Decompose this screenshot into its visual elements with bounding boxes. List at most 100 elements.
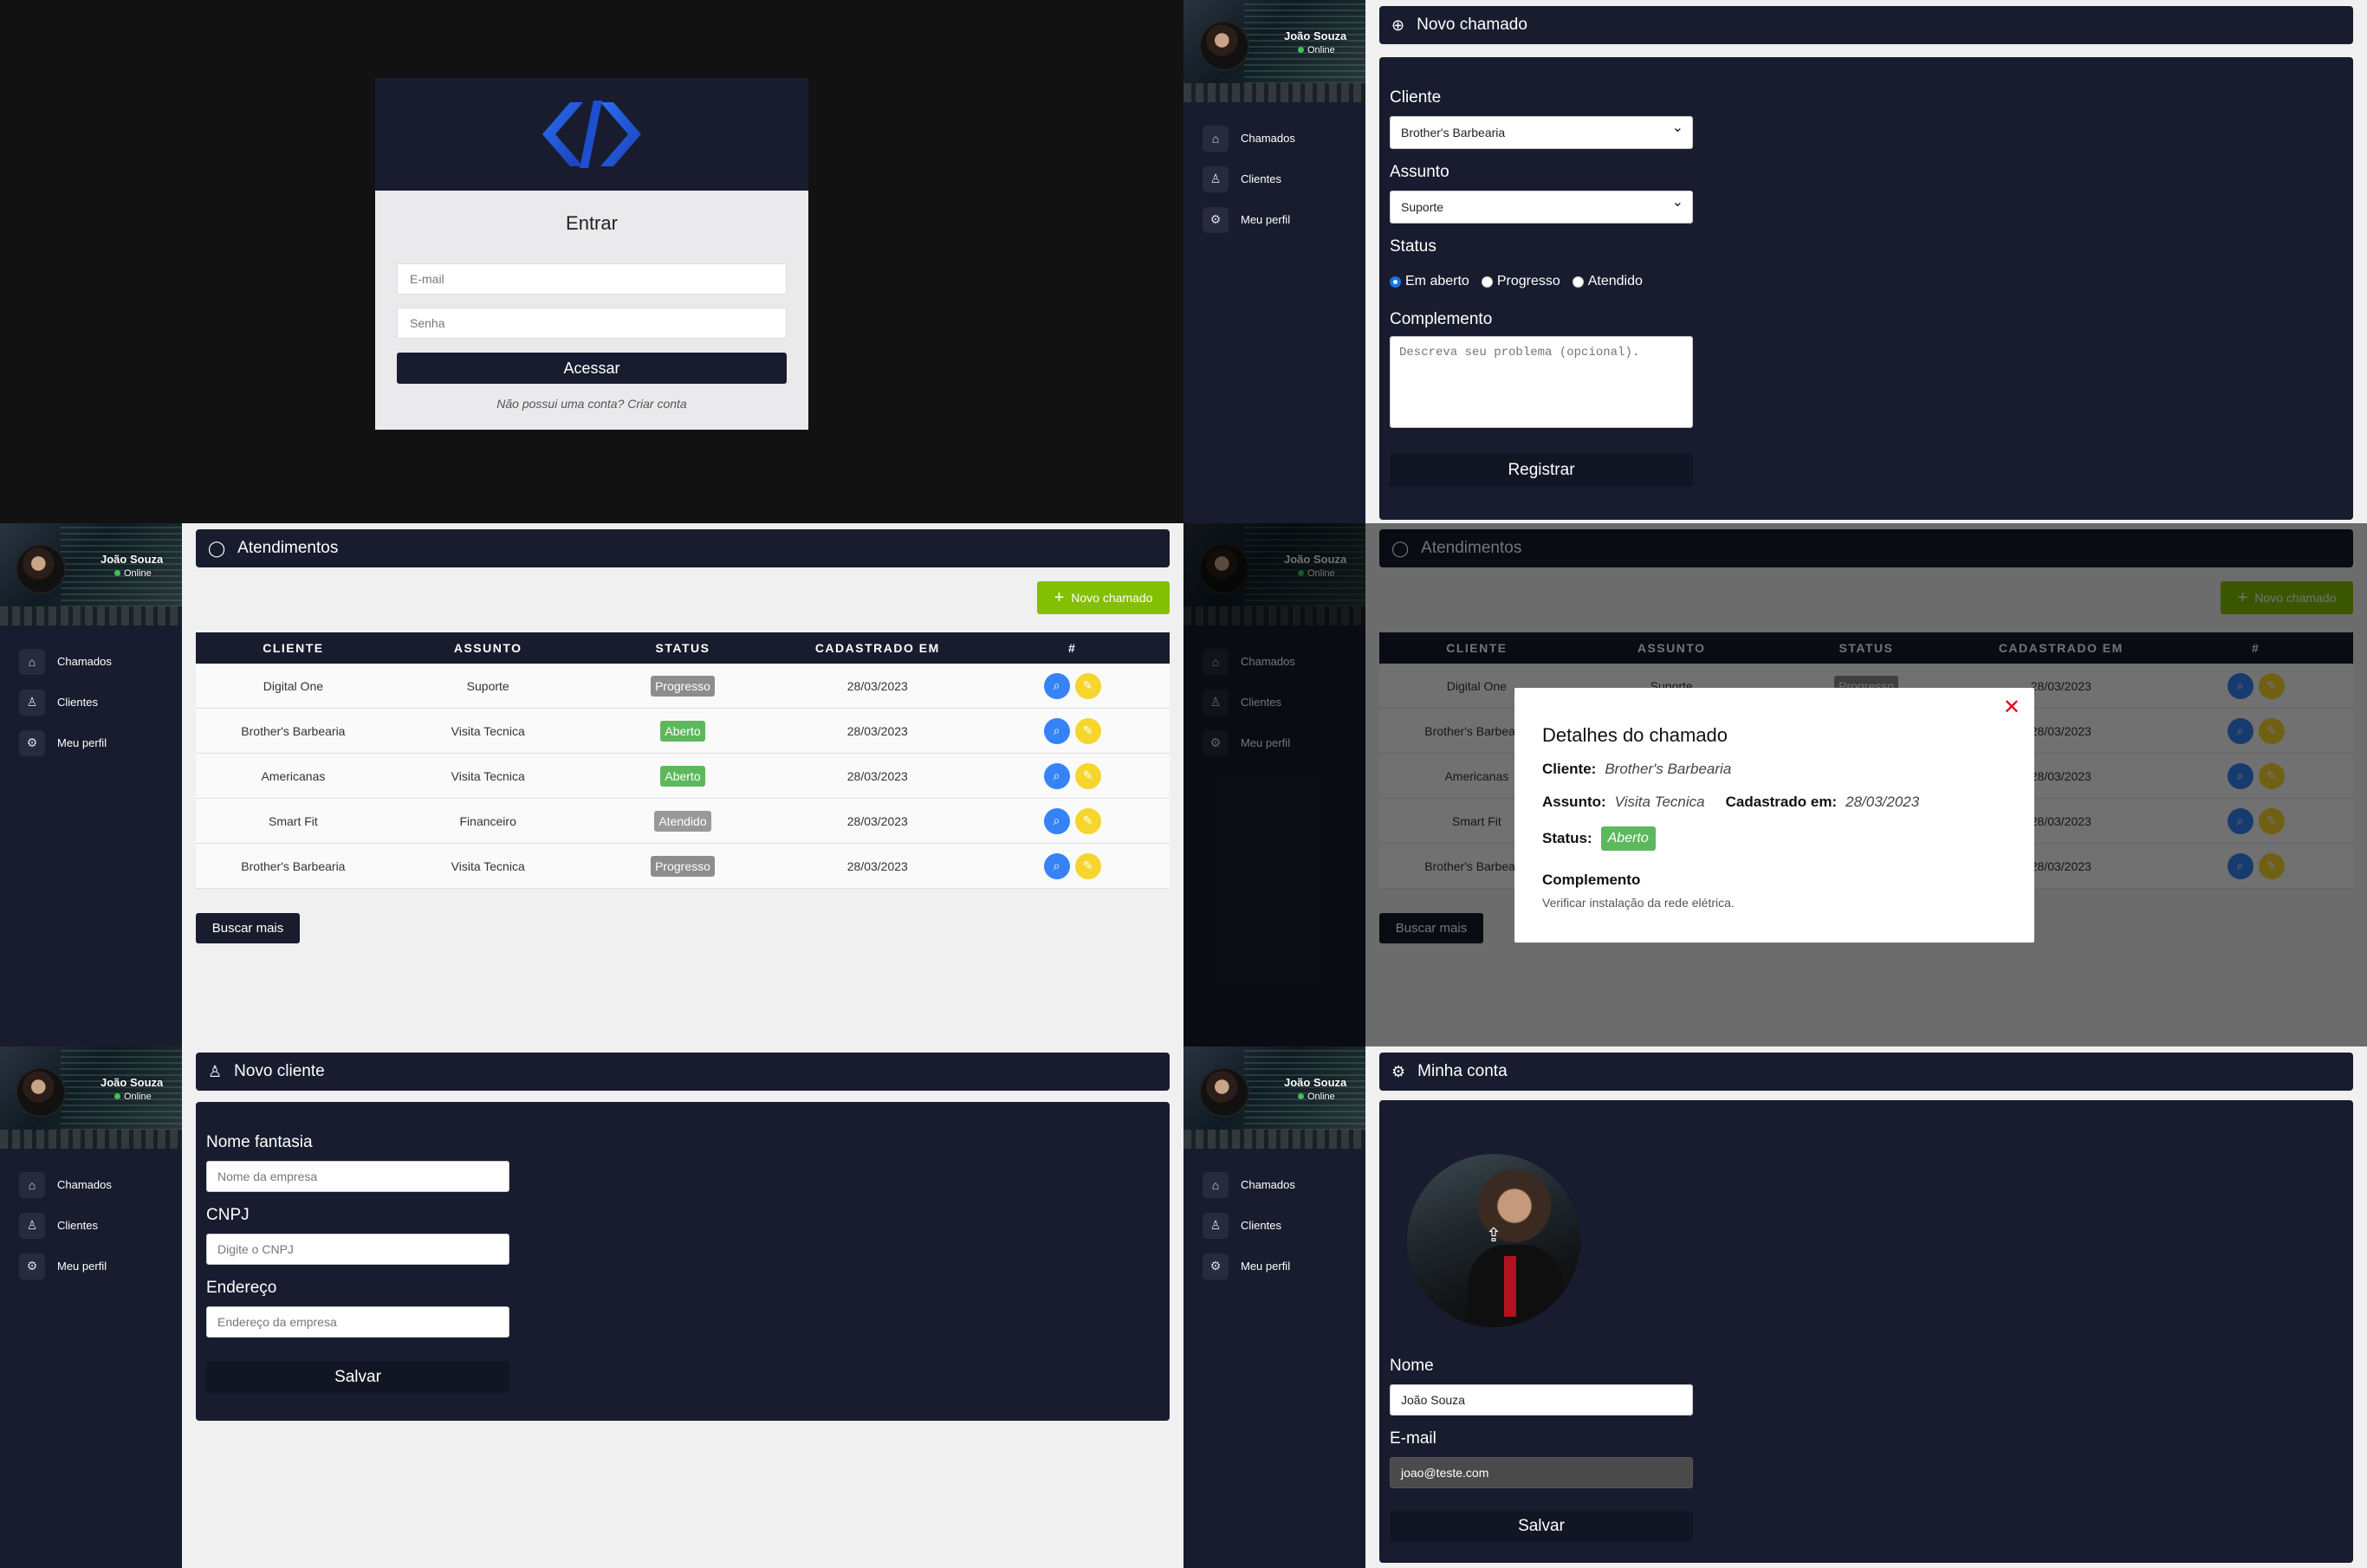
search-icon[interactable]: ⌕ [1043,672,1070,699]
email-input-disabled: joao@teste.com [1390,1457,1693,1488]
main-content: ◯ Atendimentos + Novo chamado CLIENTE ASSU… [182,523,1184,1046]
gear-icon: ⚙ [19,1253,45,1280]
sidebar-item-label: Chamados [57,655,112,668]
login-screen: Entrar E-mail Senha Acessar Não possui u… [0,0,1184,523]
ticket-details-screen: João Souza Online ⌂Chamados ♙Clientes ⚙M… [1184,523,2367,1046]
close-icon[interactable]: ✕ [2003,695,2020,720]
save-button[interactable]: Salvar [1390,1511,1693,1542]
login-button[interactable]: Acessar [397,353,787,384]
status-radio-open[interactable]: Em aberto [1390,274,1469,289]
upload-icon[interactable]: ⇪ [1483,1225,1504,1246]
gear-icon: ⚙ [19,729,45,756]
plus-circle-icon: ⊕ [1391,16,1405,34]
load-more-button[interactable]: Buscar mais [196,913,300,943]
edit-icon[interactable]: ✎ [1074,762,1101,789]
cell-subject: Visita Tecnica [451,859,525,873]
new-ticket-button[interactable]: + Novo chamado [1037,581,1170,614]
sidebar-item-label: Meu perfil [1241,1260,1291,1273]
edit-icon[interactable]: ✎ [1074,852,1101,879]
user-name: João Souza [101,1076,164,1089]
sidebar-item-clientes[interactable]: ♙ Clientes [1184,1205,1365,1246]
home-icon: ⌂ [1203,1171,1229,1198]
sidebar-item-clientes[interactable]: ♙ Clientes [0,1205,182,1246]
search-icon[interactable]: ⌕ [1043,807,1070,834]
user-icon: ♙ [1203,1212,1229,1239]
address-input[interactable]: Endereço da empresa [206,1306,509,1338]
client-label: Cliente [1390,88,1442,107]
search-icon[interactable]: ⌕ [1043,852,1070,879]
sidebar-item-perfil[interactable]: ⚙ Meu perfil [0,1246,182,1286]
tie-shape [1504,1256,1516,1317]
sidebar-item-clientes[interactable]: ♙ Clientes [1184,159,1365,199]
new-ticket-screen: João Souza Online ⌂ Chamados ♙ Clientes ⚙ M… [1184,0,2367,523]
cell-status: Aberto [586,765,781,787]
avatar [16,544,66,594]
email-input[interactable]: E-mail [397,263,787,295]
details-modal: ✕ Detalhes do chamado Cliente: Brother's … [1514,688,2034,943]
user-icon: ♙ [19,689,45,716]
sidebar-item-chamados[interactable]: ⌂ Chamados [0,641,182,682]
user-icon: ♙ [208,1062,223,1080]
sidebar-item-perfil[interactable]: ⚙ Meu perfil [1184,1246,1365,1286]
home-icon: ⌂ [19,648,45,675]
status-radio-done[interactable]: Atendido [1572,274,1643,289]
sidebar-header: João Souza Online [0,1046,182,1149]
search-icon[interactable]: ⌕ [1043,717,1070,744]
detail-label: Complemento [1542,871,1641,888]
gear-icon: ⚙ [1203,1253,1229,1280]
email-label: E-mail [1390,1429,1436,1448]
save-button[interactable]: Salvar [206,1362,509,1393]
sidebar-item-perfil[interactable]: ⚙ Meu perfil [1184,199,1365,240]
search-icon[interactable]: ⌕ [1043,762,1070,789]
cell-date: 28/03/2023 [846,723,908,738]
status-badge: Progresso [651,855,715,877]
profile-screen: João Souza Online ⌂ Chamados ♙ Clientes ⚙ M… [1184,1046,2367,1568]
modal-title: Detalhes do chamado [1542,724,1728,746]
edit-icon[interactable]: ✎ [1074,807,1101,834]
cell-client: Americanas [261,768,326,783]
edit-icon[interactable]: ✎ [1074,717,1101,744]
gear-icon: ⚙ [1391,1062,1406,1080]
company-name-input[interactable]: Nome da empresa [206,1161,509,1192]
sidebar-item-chamados[interactable]: ⌂ Chamados [0,1164,182,1205]
radio-unchecked [1481,275,1493,288]
page-title-bar: ⚙ Minha conta [1379,1053,2353,1091]
detail-label: Cliente: [1542,761,1597,777]
password-input[interactable]: Senha [397,308,787,339]
sidebar-item-clientes[interactable]: ♙ Clientes [0,682,182,722]
complement-textarea[interactable] [1390,336,1693,428]
cell-date: 28/03/2023 [846,859,908,873]
user-status: Online [1298,45,1335,55]
column-header: CADASTRADO EM [814,641,940,655]
edit-icon[interactable]: ✎ [1074,672,1101,699]
gear-icon: ⚙ [1203,206,1229,233]
cnpj-input[interactable]: Digite o CNPJ [206,1234,509,1265]
status-radio-progress[interactable]: Progresso [1481,274,1560,289]
status-badge: Aberto [660,720,705,742]
name-input[interactable]: João Souza [1390,1384,1693,1416]
status-badge: Aberto [660,765,705,787]
new-client-screen: João Souza Online ⌂ Chamados ♙ Clientes ⚙ M… [0,1046,1184,1568]
detail-value: 28/03/2023 [1845,794,1920,810]
cell-subject: Financeiro [459,813,516,828]
sidebar-item-label: Chamados [1241,1178,1295,1191]
register-button[interactable]: Registrar [1390,454,1693,487]
client-select[interactable]: Brother's Barbearia [1390,116,1693,149]
sidebar-item-label: Meu perfil [57,736,107,749]
logo-header [375,78,808,191]
sidebar-item-chamados[interactable]: ⌂ Chamados [1184,1164,1365,1205]
user-status: Online [114,1092,152,1102]
sidebar-item-chamados[interactable]: ⌂ Chamados [1184,118,1365,159]
sidebar-item-perfil[interactable]: ⚙ Meu perfil [0,722,182,763]
subject-select[interactable]: Suporte [1390,191,1693,224]
table-row: Brother's Barbearia Visita Tecnica Aberto 2… [196,709,1170,754]
sidebar-header: João Souza Online [1184,1046,1365,1149]
register-link[interactable]: Não possui uma conta? Criar conta [375,397,808,411]
name-label: Nome fantasia [206,1133,313,1151]
chat-bubble-icon: ◯ [208,539,226,557]
profile-avatar[interactable]: ⇪ [1407,1154,1580,1327]
page-title-bar: ⊕ Novo chamado [1379,6,2353,44]
user-name: João Souza [1284,1076,1347,1089]
cell-date: 28/03/2023 [846,813,908,828]
cell-actions: ⌕✎ [975,852,1170,879]
